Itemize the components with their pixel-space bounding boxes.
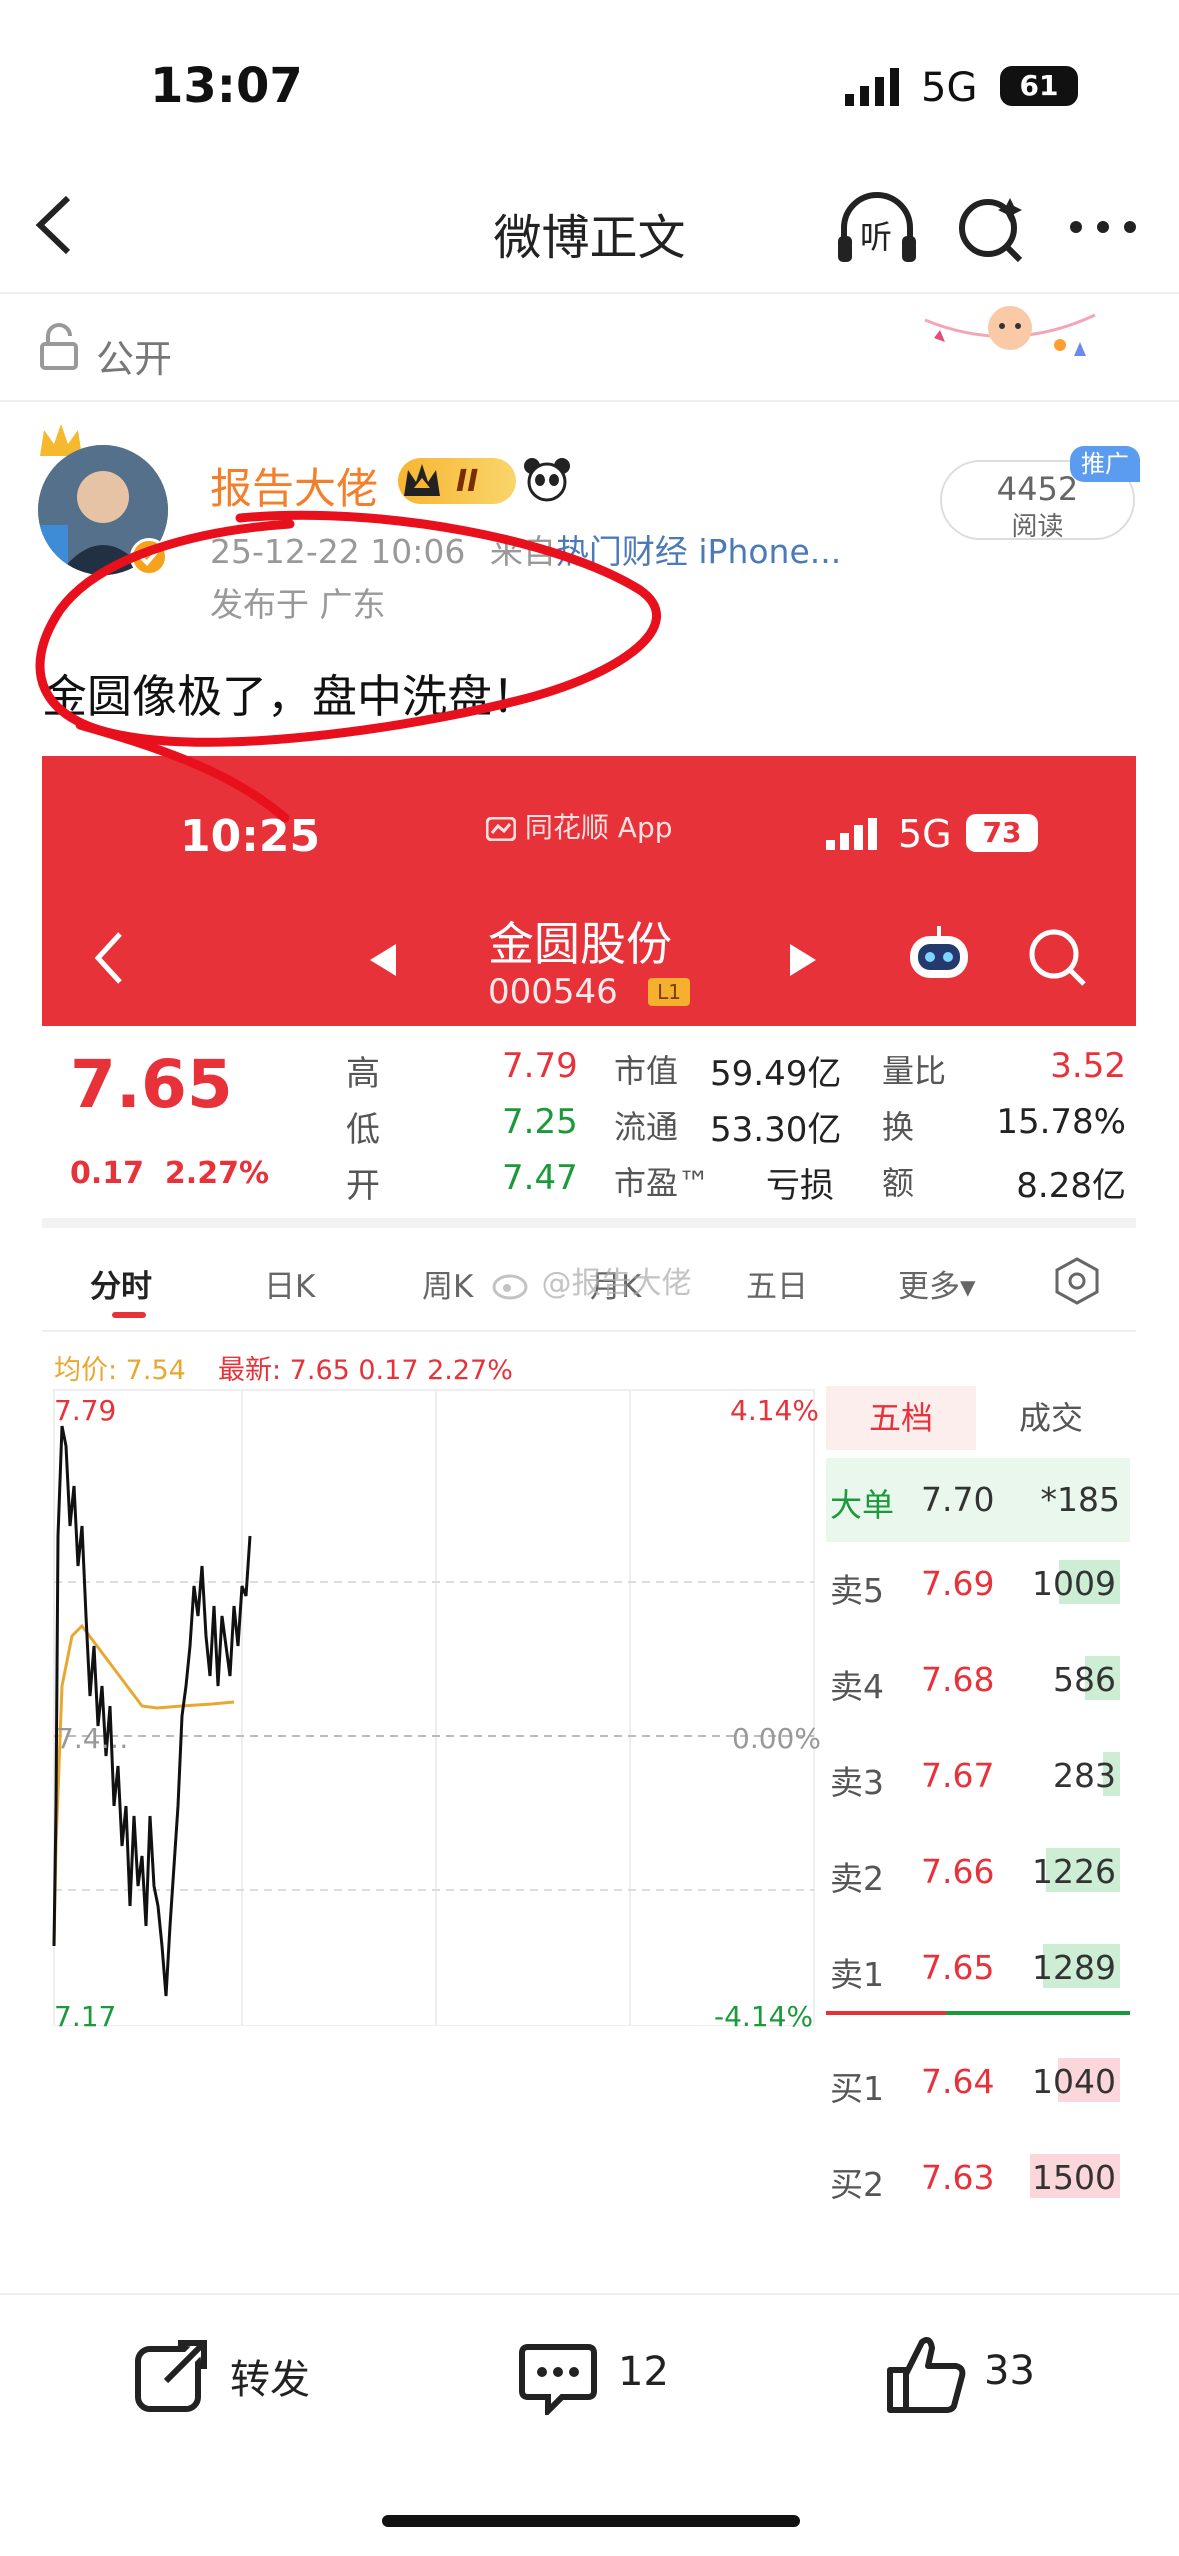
vip-level: II bbox=[456, 464, 479, 499]
avg-price-line: 均价: 7.54 bbox=[54, 1355, 186, 1386]
vip-badge: II bbox=[398, 458, 516, 504]
lock-icon bbox=[38, 322, 80, 372]
orderbook-volume: 1040 bbox=[1032, 2062, 1116, 2101]
repost-icon bbox=[135, 2340, 207, 2412]
orderbook-price: 7.67 bbox=[921, 1756, 995, 1795]
orderbook-row-6: 买1 7.64 1040 bbox=[826, 2054, 1126, 2114]
tab-intraday[interactable]: 分时 bbox=[90, 1261, 152, 1306]
listen-label: 听 bbox=[860, 218, 893, 256]
spread-divider-buy bbox=[946, 2011, 1130, 2015]
visibility-label: 公开 bbox=[96, 337, 173, 381]
orderbook: 五档 成交 大单 7.70 *185 卖5 7.69 1009 卖4 7.68 586 卖3… bbox=[826, 1386, 1136, 2296]
orderbook-volume: 283 bbox=[1053, 1756, 1116, 1795]
orderbook-volume: 1226 bbox=[1032, 1852, 1116, 1891]
orderbook-price: 7.65 bbox=[921, 1948, 995, 1987]
promo-badge: 推广 bbox=[1070, 446, 1140, 482]
big-order-price: 7.70 bbox=[921, 1480, 995, 1519]
more-icon[interactable] bbox=[1068, 212, 1138, 242]
tab-five-day[interactable]: 五日 bbox=[746, 1261, 808, 1306]
comment-count: 12 bbox=[618, 2349, 669, 2395]
thumbs-up-icon bbox=[887, 2337, 966, 2413]
chart-mid-price: 7.4… bbox=[56, 1722, 129, 1755]
orderbook-volume: 1289 bbox=[1032, 1948, 1116, 1987]
nav-divider bbox=[0, 292, 1179, 294]
orderbook-row-3: 卖3 7.67 283 bbox=[826, 1748, 1126, 1808]
tab-more[interactable]: 更多▾ bbox=[898, 1261, 976, 1306]
orderbook-tab-trades[interactable]: 成交 bbox=[976, 1386, 1126, 1450]
watermark: @报告大佬 bbox=[492, 1258, 692, 1302]
big-order-row: 大单 7.70 *185 bbox=[826, 1458, 1130, 1542]
orderbook-row-2: 卖4 7.68 586 bbox=[826, 1652, 1126, 1712]
orderbook-level-label: 买2 bbox=[830, 2165, 884, 2204]
orderbook-row-5: 卖1 7.65 1289 bbox=[826, 1940, 1126, 2000]
orderbook-volume: 1500 bbox=[1032, 2158, 1116, 2197]
orderbook-level-label: 卖2 bbox=[830, 1859, 884, 1898]
big-order-label: 大单 bbox=[830, 1486, 895, 1524]
status-time: 13:07 bbox=[150, 58, 303, 114]
orderbook-volume: 586 bbox=[1053, 1660, 1116, 1699]
tab-weekly-k[interactable]: 周K bbox=[422, 1261, 473, 1306]
weibo-logo-icon bbox=[492, 1274, 528, 1299]
orderbook-price: 7.66 bbox=[921, 1852, 995, 1891]
like-count: 33 bbox=[984, 2348, 1035, 2394]
orderbook-price: 7.69 bbox=[921, 1564, 995, 1603]
tab-underline bbox=[112, 1312, 146, 1318]
orderbook-volume: 1009 bbox=[1032, 1564, 1116, 1603]
orderbook-level-label: 卖3 bbox=[830, 1763, 884, 1802]
hand-drawn-circle-annotation bbox=[35, 510, 661, 823]
orderbook-price: 7.64 bbox=[921, 2062, 995, 2101]
chart-zero-pct: 0.00% bbox=[732, 1722, 821, 1755]
crown-badge-icon bbox=[404, 464, 440, 496]
repost-button[interactable]: 转发 bbox=[130, 2335, 330, 2415]
tabs-divider bbox=[42, 1330, 1136, 1332]
orderbook-level-label: 卖4 bbox=[830, 1667, 884, 1706]
chart-max-pct: 4.14% bbox=[730, 1394, 819, 1427]
tab-daily-k[interactable]: 日K bbox=[264, 1261, 315, 1306]
read-label: 阅读 bbox=[1011, 512, 1064, 542]
big-order-vol: *185 bbox=[1040, 1480, 1121, 1519]
settings-hex-icon[interactable] bbox=[1052, 1256, 1102, 1310]
intraday-chart bbox=[52, 1389, 815, 2026]
battery-level: 61 bbox=[1019, 69, 1059, 102]
section-divider bbox=[0, 400, 1179, 402]
chart-min-price: 7.17 bbox=[54, 2000, 117, 2033]
search-icon[interactable] bbox=[952, 188, 1032, 268]
panda-icon bbox=[522, 456, 572, 502]
battery-icon: 61 bbox=[1000, 66, 1078, 106]
chart-min-pct: -4.14% bbox=[714, 2000, 814, 2033]
comment-button[interactable]: 12 bbox=[518, 2335, 698, 2415]
signal-icon bbox=[845, 68, 905, 106]
orderbook-row-4: 卖2 7.66 1226 bbox=[826, 1844, 1126, 1904]
festive-decoration-icon bbox=[920, 300, 1100, 370]
orderbook-price: 7.68 bbox=[921, 1660, 995, 1699]
repost-label: 转发 bbox=[230, 2357, 310, 2403]
price-series bbox=[52, 1425, 252, 1997]
orderbook-tab-levels[interactable]: 五档 bbox=[826, 1386, 976, 1450]
like-button[interactable]: 33 bbox=[884, 2330, 1064, 2416]
orderbook-level-label: 买1 bbox=[830, 2069, 884, 2108]
post-image[interactable]: 10:25 同花顺 App 5G 73 金圆股份 000546 L1 7.65 … bbox=[42, 756, 1136, 2296]
listen-icon[interactable]: 听 bbox=[832, 188, 922, 268]
home-indicator bbox=[382, 2515, 800, 2527]
spread-divider-sell bbox=[826, 2011, 946, 2015]
orderbook-row-7: 买2 7.63 1500 bbox=[826, 2150, 1126, 2210]
latest-price-line: 最新: 7.65 0.17 2.27% bbox=[218, 1355, 513, 1386]
orderbook-price: 7.63 bbox=[921, 2158, 995, 2197]
orderbook-level-label: 卖5 bbox=[830, 1571, 884, 1610]
chart-max-price: 7.79 bbox=[54, 1394, 117, 1427]
orderbook-level-label: 卖1 bbox=[830, 1955, 884, 1994]
comment-icon bbox=[519, 2344, 597, 2415]
orderbook-row-1: 卖5 7.69 1009 bbox=[826, 1556, 1126, 1616]
network-type: 5G bbox=[921, 65, 978, 111]
